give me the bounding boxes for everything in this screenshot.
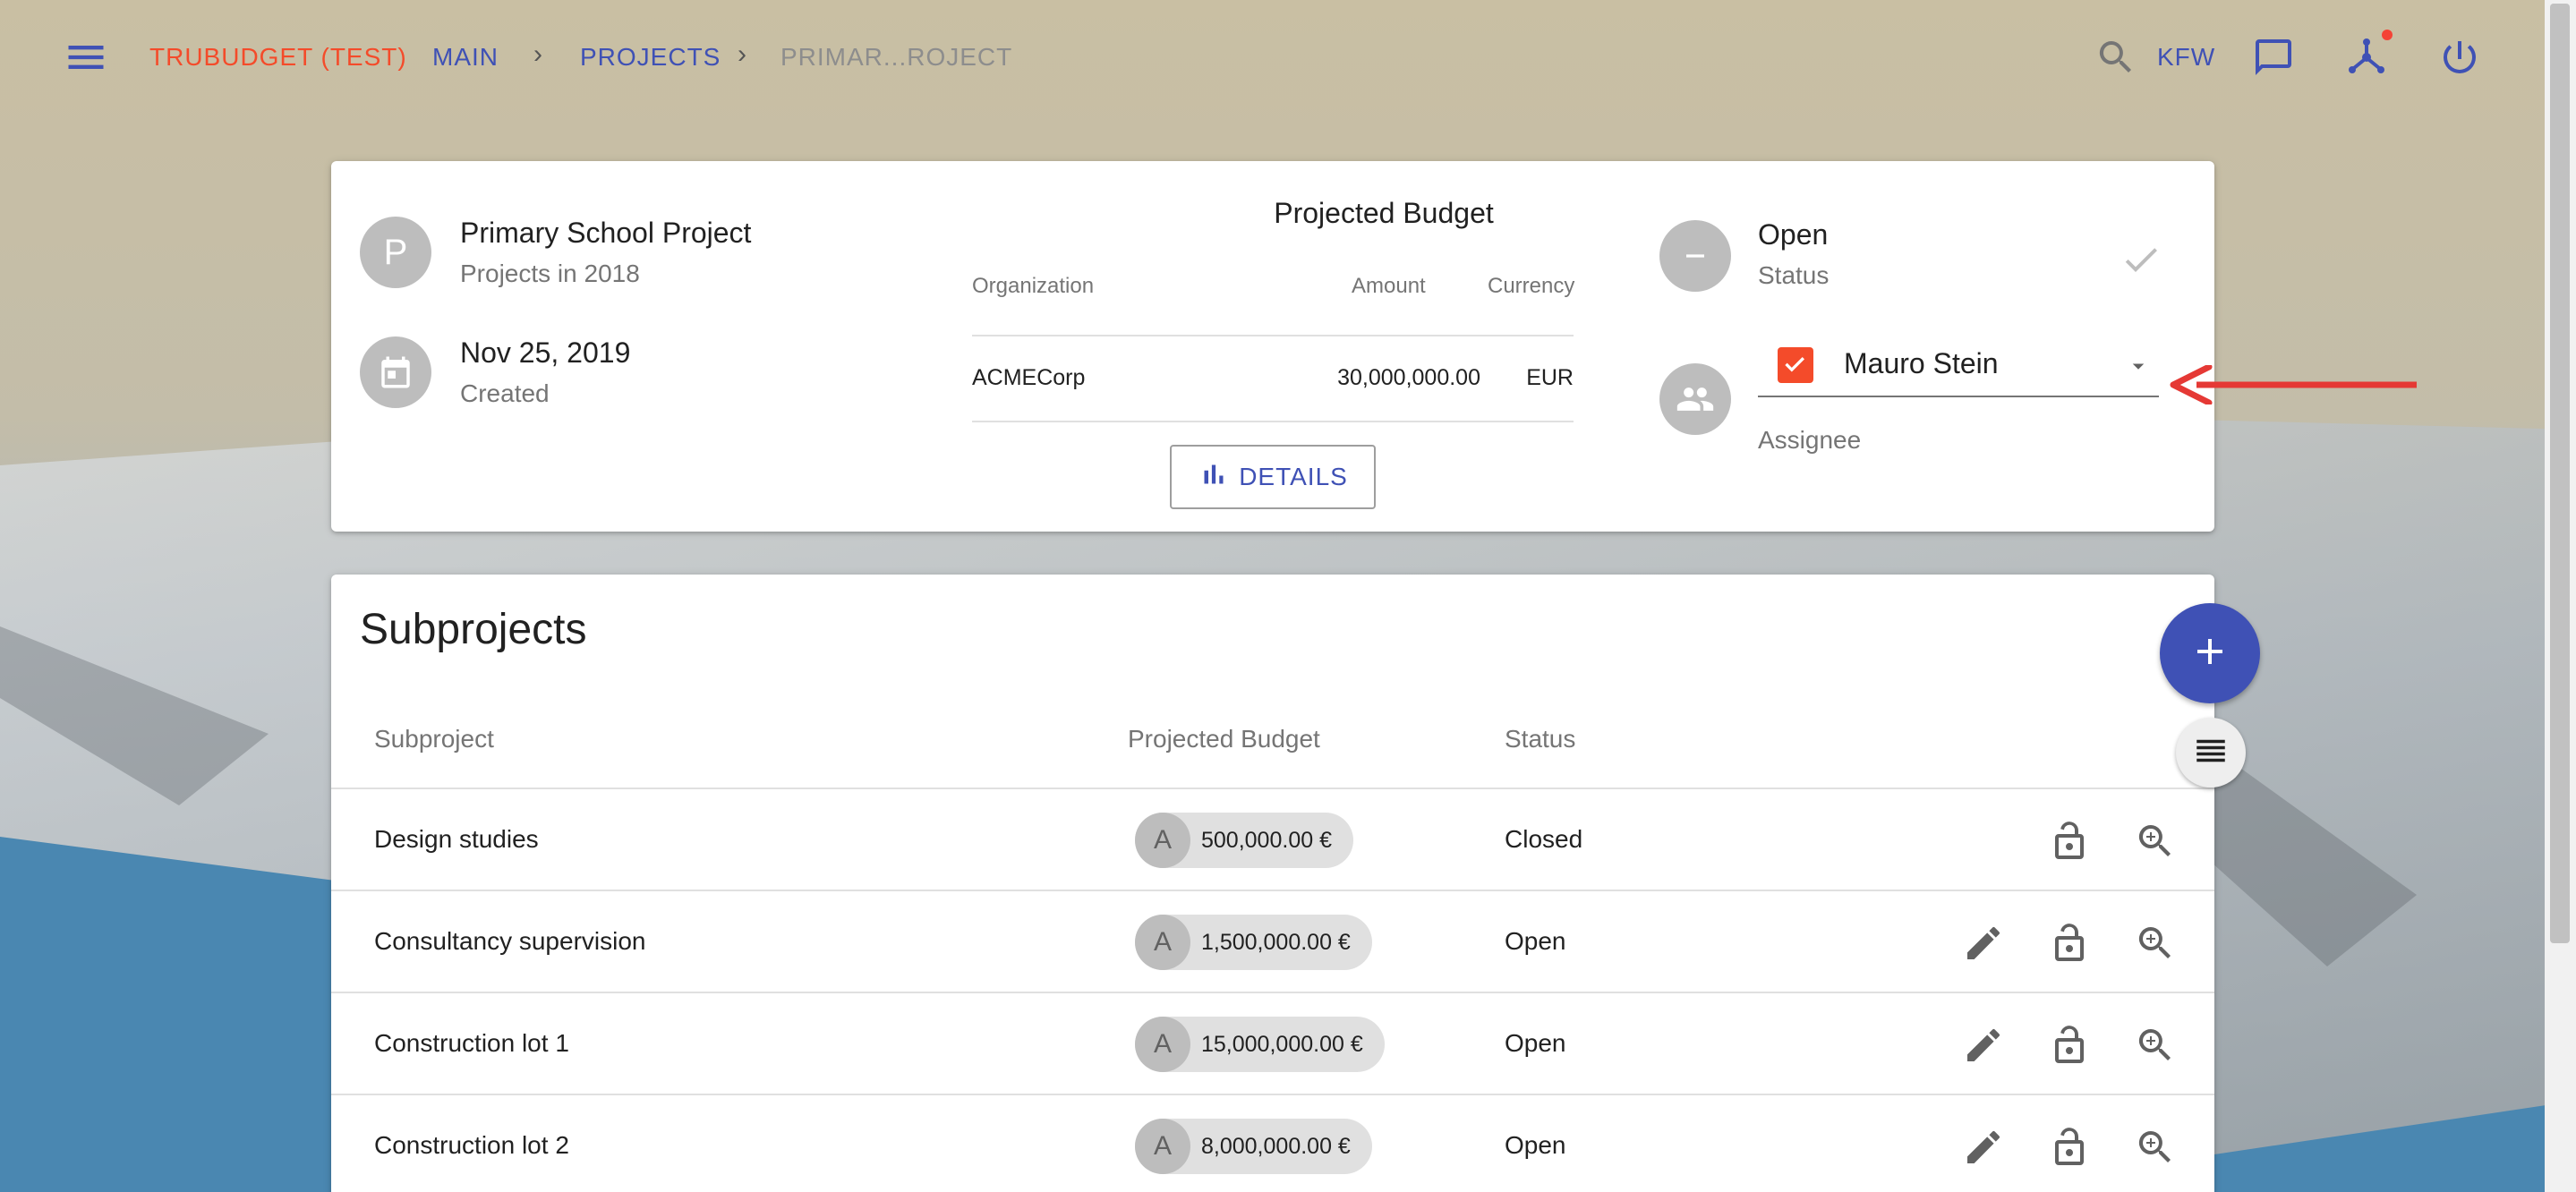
app-brand[interactable]: TRUBUDGET (TEST)	[149, 43, 407, 72]
zoom-in-icon[interactable]	[2134, 922, 2177, 965]
budget-chip: A 15,000,000.00 €	[1135, 1017, 1385, 1072]
chip-avatar: A	[1135, 813, 1190, 868]
notification-badge	[2382, 30, 2393, 40]
budget-header-currency: Currency	[1488, 274, 1575, 298]
subproject-status: Open	[1505, 1131, 1566, 1159]
pencil-icon[interactable]	[1962, 922, 2005, 965]
table-row[interactable]: Consultancy supervision A 1,500,000.00 €…	[331, 890, 2214, 992]
subproject-name: Consultancy supervision	[374, 927, 646, 955]
subproject-status: Closed	[1505, 825, 1583, 853]
people-icon	[1659, 363, 1731, 435]
table-row[interactable]: Design studies A 500,000.00 € Closed	[331, 788, 2214, 890]
budget-chip: A 1,500,000.00 €	[1135, 915, 1372, 970]
status-value: Open	[1758, 218, 1829, 251]
divider	[972, 421, 1574, 422]
chip-avatar: A	[1135, 915, 1190, 970]
chip-avatar: A	[1135, 1017, 1190, 1072]
table-row[interactable]: Construction lot 1 A 15,000,000.00 € Ope…	[331, 992, 2214, 1094]
zoom-in-icon[interactable]	[2134, 1126, 2177, 1169]
details-button[interactable]: DETAILS	[1170, 445, 1376, 509]
created-label: Created	[460, 379, 550, 407]
subprojects-card: Subprojects Subproject Projected Budget …	[331, 575, 2214, 1192]
chip-avatar: A	[1135, 1119, 1190, 1174]
power-icon[interactable]	[2438, 36, 2481, 79]
scrollbar-thumb[interactable]	[2550, 4, 2570, 943]
projected-budget-title: Projected Budget	[1274, 197, 1494, 229]
search-icon[interactable]	[2094, 36, 2137, 79]
header-projected-budget: Projected Budget	[1128, 725, 1320, 753]
breadcrumb-separator: ›	[533, 39, 542, 69]
organization-label: KFW	[2157, 43, 2216, 71]
budget-chip: A 500,000.00 €	[1135, 813, 1353, 868]
chip-amount: 15,000,000.00 €	[1201, 1031, 1363, 1057]
details-button-label: DETAILS	[1239, 463, 1348, 490]
budget-currency: EUR	[1526, 365, 1574, 390]
assignee-label: Assignee	[1758, 426, 1862, 454]
lock-open-icon[interactable]	[2048, 1126, 2091, 1169]
budget-header-organization: Organization	[972, 274, 1095, 298]
chat-icon[interactable]	[2252, 36, 2295, 79]
chip-amount: 500,000.00 €	[1201, 827, 1332, 853]
header-status: Status	[1505, 725, 1576, 753]
calendar-icon	[360, 336, 431, 408]
breadcrumb-projects[interactable]: PROJECTS	[580, 43, 721, 72]
annotation-arrow	[2170, 363, 2417, 406]
add-subproject-button[interactable]	[2160, 603, 2260, 703]
scrollbar[interactable]	[2545, 0, 2576, 1192]
chip-amount: 1,500,000.00 €	[1201, 929, 1351, 955]
lock-open-icon[interactable]	[2048, 820, 2091, 863]
breadcrumb-separator: ›	[738, 39, 746, 69]
header-subproject: Subproject	[374, 725, 494, 753]
subproject-status: Open	[1505, 1029, 1566, 1057]
project-name: Primary School Project	[460, 217, 752, 249]
subproject-status: Open	[1505, 927, 1566, 955]
lock-open-icon[interactable]	[2048, 922, 2091, 965]
assignee-checkbox[interactable]	[1778, 347, 1813, 383]
chevron-down-icon	[2125, 353, 2152, 379]
project-details-card: P Primary School Project Projects in 201…	[331, 161, 2214, 532]
budget-header-amount: Amount	[1352, 274, 1426, 298]
select-underline	[1758, 396, 2159, 397]
chip-amount: 8,000,000.00 €	[1201, 1133, 1351, 1159]
breadcrumb-main[interactable]: MAIN	[432, 43, 499, 72]
list-icon	[2192, 732, 2230, 774]
top-app-bar: TRUBUDGET (TEST) MAIN › PROJECTS › PRIMA…	[0, 0, 2576, 115]
subproject-history-button[interactable]	[2176, 718, 2246, 788]
project-avatar: P	[360, 217, 431, 288]
breadcrumb-current: PRIMAR...ROJECT	[780, 43, 1013, 71]
subproject-name: Design studies	[374, 825, 539, 853]
pencil-icon[interactable]	[1962, 1126, 2005, 1169]
minus-circle-icon	[1659, 220, 1731, 292]
menu-icon[interactable]	[63, 34, 109, 81]
status-label: Status	[1758, 261, 1830, 289]
assignee-select[interactable]: Mauro Stein	[1758, 335, 2159, 415]
zoom-in-icon[interactable]	[2134, 820, 2177, 863]
divider	[972, 335, 1574, 336]
plus-icon	[2188, 630, 2231, 677]
budget-organization: ACMECorp	[972, 365, 1086, 390]
budget-amount: 30,000,000.00	[1337, 365, 1480, 390]
bar-chart-icon	[1198, 458, 1230, 497]
lock-open-icon[interactable]	[2048, 1024, 2091, 1067]
table-row[interactable]: Construction lot 2 A 8,000,000.00 € Open	[331, 1094, 2214, 1192]
subproject-name: Construction lot 2	[374, 1131, 569, 1159]
check-icon[interactable]	[2120, 238, 2162, 281]
zoom-in-icon[interactable]	[2134, 1024, 2177, 1067]
assignee-name: Mauro Stein	[1844, 347, 1999, 379]
network-icon[interactable]	[2345, 36, 2388, 79]
subprojects-title: Subprojects	[360, 606, 587, 653]
project-subtitle: Projects in 2018	[460, 260, 640, 287]
created-date: Nov 25, 2019	[460, 336, 631, 369]
pencil-icon[interactable]	[1962, 1024, 2005, 1067]
budget-chip: A 8,000,000.00 €	[1135, 1119, 1372, 1174]
subproject-name: Construction lot 1	[374, 1029, 569, 1057]
